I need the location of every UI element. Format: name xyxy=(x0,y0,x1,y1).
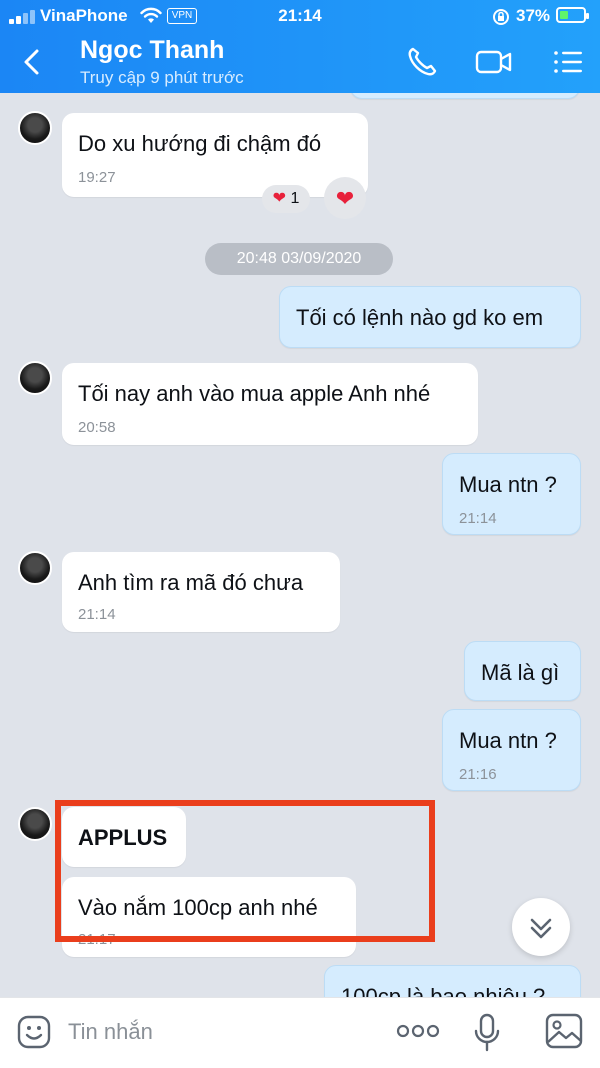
phone-icon[interactable] xyxy=(404,44,440,80)
heart-icon: ❤ xyxy=(335,186,355,211)
message-time: 21:14 xyxy=(78,606,116,623)
message-input-bar xyxy=(0,997,600,1068)
message-bubble-partial xyxy=(350,93,580,99)
date-separator: 20:48 03/09/2020 xyxy=(205,243,393,275)
message-bubble-outgoing[interactable]: Mua ntn ? 21:14 xyxy=(442,453,581,535)
highlight-box xyxy=(55,800,435,942)
contact-name[interactable]: Ngọc Thanh xyxy=(80,36,224,65)
message-bubble-outgoing[interactable]: 100cp là bao nhiêu ? xyxy=(324,965,581,997)
avatar[interactable] xyxy=(18,111,52,145)
message-text: Mã là gì xyxy=(481,660,560,685)
avatar[interactable] xyxy=(18,361,52,395)
message-time: 21:14 xyxy=(459,510,497,527)
message-text: Tối có lệnh nào gd ko em xyxy=(296,305,544,330)
message-bubble-incoming[interactable]: Tối nay anh vào mua apple Anh nhé 20:58 xyxy=(62,363,478,445)
message-input[interactable] xyxy=(66,1012,370,1052)
status-bar: VinaPhone VPN 21:14 37% xyxy=(0,0,600,32)
message-text: Mua ntn ? xyxy=(459,472,557,497)
message-text: Tối nay anh vào mua apple Anh nhé xyxy=(78,381,431,406)
status-time: 21:14 xyxy=(278,6,322,25)
scroll-to-bottom-button[interactable] xyxy=(512,898,570,956)
microphone-icon[interactable] xyxy=(472,1012,502,1054)
message-bubble-outgoing[interactable]: Mã là gì xyxy=(464,641,581,701)
message-text: Do xu hướng đi chậm đó xyxy=(78,131,322,156)
reaction-count: 1 xyxy=(290,190,300,207)
avatar[interactable] xyxy=(18,807,52,841)
rotation-lock-icon xyxy=(493,9,509,25)
message-time: 19:27 xyxy=(78,169,116,186)
heart-icon: ❤ xyxy=(272,190,287,207)
message-time: 21:16 xyxy=(459,766,497,783)
chevron-double-down-icon xyxy=(530,918,552,939)
react-button[interactable]: ❤ xyxy=(324,177,366,219)
menu-list-icon[interactable] xyxy=(550,44,586,80)
message-bubble-incoming[interactable]: Do xu hướng đi chậm đó 19:27 xyxy=(62,113,368,197)
message-list[interactable]: Do xu hướng đi chậm đó 19:27 ❤ 1 ❤ 20:48… xyxy=(0,93,600,997)
message-bubble-incoming[interactable]: Anh tìm ra mã đó chưa 21:14 xyxy=(62,552,340,632)
image-icon[interactable] xyxy=(544,1012,584,1050)
avatar[interactable] xyxy=(18,551,52,585)
message-bubble-outgoing[interactable]: Tối có lệnh nào gd ko em xyxy=(279,286,581,348)
message-text: Anh tìm ra mã đó chưa xyxy=(78,570,304,595)
sticker-icon[interactable] xyxy=(16,1014,52,1050)
battery-icon xyxy=(556,7,589,23)
message-text: Mua ntn ? xyxy=(459,728,557,753)
battery-percent: 37% xyxy=(516,6,551,25)
more-dots-icon[interactable] xyxy=(396,1024,440,1038)
video-call-icon[interactable] xyxy=(474,44,514,80)
message-time: 20:58 xyxy=(78,419,116,436)
message-text: 100cp là bao nhiêu ? xyxy=(341,984,546,997)
message-bubble-outgoing[interactable]: Mua ntn ? 21:16 xyxy=(442,709,581,791)
chat-header: VinaPhone VPN 21:14 37% Ngọc Thanh Truy … xyxy=(0,0,600,93)
reaction-summary[interactable]: ❤ 1 xyxy=(262,185,310,213)
last-seen-status: Truy cập 9 phút trước xyxy=(80,68,244,87)
back-arrow-icon[interactable] xyxy=(18,47,48,77)
